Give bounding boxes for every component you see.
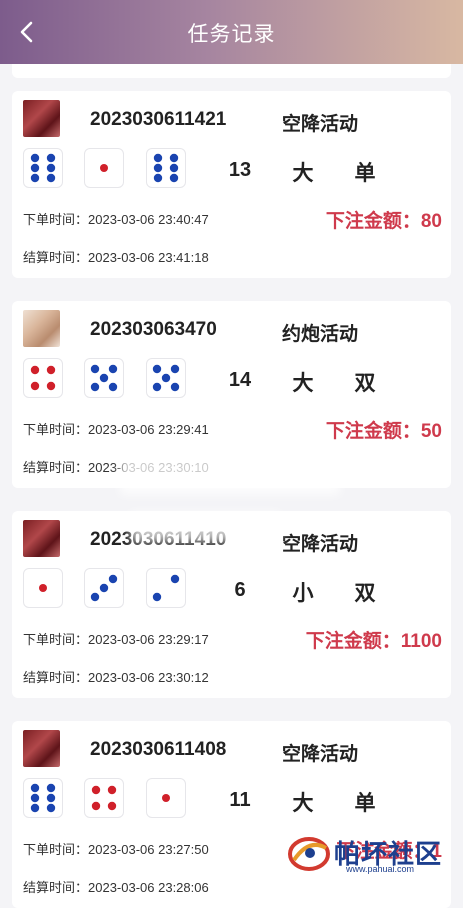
page-title: 任务记录 (187, 23, 276, 46)
dice-face (23, 148, 63, 188)
dice-1-icon (39, 584, 47, 592)
blur-overlay (120, 455, 340, 495)
parity-result: 单 (354, 162, 376, 185)
dice-face (146, 778, 186, 818)
app-header: 任务记录 (0, 0, 463, 64)
dice-2-icon (152, 574, 180, 602)
dice-6-icon (30, 783, 56, 813)
dice-1-icon (162, 794, 170, 802)
activity-name: 空降活动 (282, 744, 359, 765)
dice-face (23, 778, 63, 818)
dice-face (146, 148, 186, 188)
dice-face (146, 568, 186, 608)
parity-result: 双 (354, 372, 376, 395)
dice-5-icon (152, 364, 180, 392)
activity-thumbnail (23, 730, 60, 767)
issue-number: 2023030611421 (90, 109, 227, 130)
record-card[interactable]: 2023030611421 空降活动 13 大 单 下单时间：2023-03-0… (12, 91, 451, 278)
blur-overlay (130, 512, 280, 542)
dice-face (23, 568, 63, 608)
activity-name: 空降活动 (282, 534, 359, 555)
order-time: 下单时间：2023-03-06 23:40:47 (23, 212, 209, 227)
dice-face (23, 358, 63, 398)
order-time: 下单时间：2023-03-06 23:27:50 (23, 842, 209, 857)
dice-5-icon (90, 364, 118, 392)
dice-face (84, 358, 124, 398)
activity-name: 空降活动 (282, 114, 359, 135)
dice-6-icon (30, 153, 56, 183)
activity-thumbnail (23, 310, 60, 347)
size-result: 大 (292, 372, 314, 395)
watermark-url: www.pahuai.com (346, 864, 415, 874)
dice-face (146, 358, 186, 398)
size-result: 大 (292, 162, 314, 185)
size-result: 大 (292, 792, 314, 815)
settle-time: 结算时间：2023-03-06 23:41:18 (23, 250, 209, 265)
dice-4-icon (30, 365, 56, 391)
bet-amount: 下注金额：1100 (305, 631, 442, 652)
order-time: 下单时间：2023-03-06 23:29:41 (23, 422, 209, 437)
dice-face (84, 148, 124, 188)
dice-3-icon (90, 574, 118, 602)
parity-result: 单 (354, 792, 376, 815)
dice-sum: 14 (228, 369, 252, 391)
dice-4-icon (91, 785, 117, 811)
order-time: 下单时间：2023-03-06 23:29:17 (23, 632, 209, 647)
settle-time: 结算时间：2023-03-06 23:30:12 (23, 670, 209, 685)
watermark-logo: 帕坏社区 www.pahuai.com (286, 832, 456, 876)
dice-sum: 6 (234, 579, 246, 601)
bet-amount: 下注金额：80 (325, 211, 442, 232)
activity-name: 约炮活动 (282, 324, 359, 345)
record-card[interactable]: 2023030611408 空降活动 11 大 单 下单时间：2023-03-0… (12, 721, 451, 908)
settle-time: 结算时间：2023-03-06 23:28:06 (23, 880, 209, 895)
parity-result: 双 (354, 582, 376, 605)
size-result: 小 (292, 582, 314, 605)
dice-6-icon (153, 153, 179, 183)
bet-amount: 下注金额：50 (325, 421, 442, 442)
dice-sum: 11 (229, 789, 251, 811)
previous-card-edge (12, 64, 451, 78)
watermark-swirl-icon (288, 837, 330, 871)
dice-face (84, 568, 124, 608)
dice-1-icon (100, 164, 108, 172)
dice-face (84, 778, 124, 818)
issue-number: 202303063470 (90, 319, 217, 340)
activity-thumbnail (23, 100, 60, 137)
dice-sum: 13 (228, 159, 252, 181)
activity-thumbnail (23, 520, 60, 557)
issue-number: 2023030611408 (90, 739, 227, 760)
